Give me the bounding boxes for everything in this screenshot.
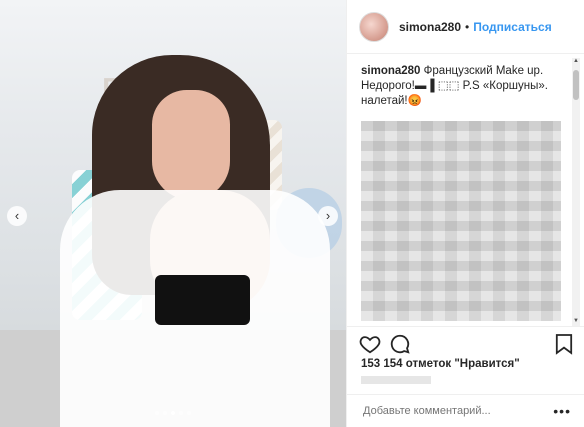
scroll-up-icon[interactable]: ▲ — [572, 58, 580, 66]
bookmark-icon[interactable] — [555, 333, 573, 355]
instagram-post: P S C ‹ › simona280 • Подписаться simon — [0, 0, 584, 427]
carousel-dot[interactable] — [187, 411, 191, 415]
scroll-down-icon[interactable]: ▼ — [572, 318, 580, 326]
header-username[interactable]: simona280 — [399, 20, 461, 34]
photo-face — [152, 90, 230, 200]
comment-icon[interactable] — [389, 333, 411, 355]
more-options-icon[interactable]: ••• — [553, 403, 571, 419]
likes-count[interactable]: 153 154 отметок "Нравится" — [361, 358, 520, 370]
post-photo[interactable]: P S C ‹ › — [0, 0, 346, 427]
post-actions — [347, 326, 584, 362]
carousel-dot-active[interactable] — [171, 411, 175, 415]
carousel-dot[interactable] — [163, 411, 167, 415]
avatar[interactable] — [359, 11, 389, 42]
carousel-dots — [155, 411, 191, 415]
follow-button[interactable]: Подписаться — [473, 20, 551, 34]
comments-area: simona280 Французский Make up. Недорого!… — [347, 56, 583, 323]
post-header: simona280 • Подписаться — [347, 0, 584, 54]
carousel-next-button[interactable]: › — [318, 206, 338, 226]
carousel-prev-button[interactable]: ‹ — [7, 206, 27, 226]
carousel-dot[interactable] — [155, 411, 159, 415]
scroll-thumb[interactable] — [573, 70, 579, 100]
caption: simona280 Французский Make up. Недорого!… — [347, 56, 579, 115]
heart-icon[interactable] — [359, 333, 381, 355]
caption-username[interactable]: simona280 — [361, 65, 420, 77]
add-comment-bar: ••• — [347, 394, 584, 427]
header-separator: • — [465, 19, 470, 34]
post-timestamp — [361, 376, 431, 384]
photo-top — [155, 275, 250, 325]
comments-scrollbar[interactable]: ▲ ▼ — [572, 58, 580, 326]
carousel-dot[interactable] — [179, 411, 183, 415]
blurred-comments — [361, 121, 561, 321]
post-sidebar: simona280 • Подписаться simona280 Францу… — [346, 0, 584, 427]
comment-input[interactable] — [361, 404, 545, 418]
